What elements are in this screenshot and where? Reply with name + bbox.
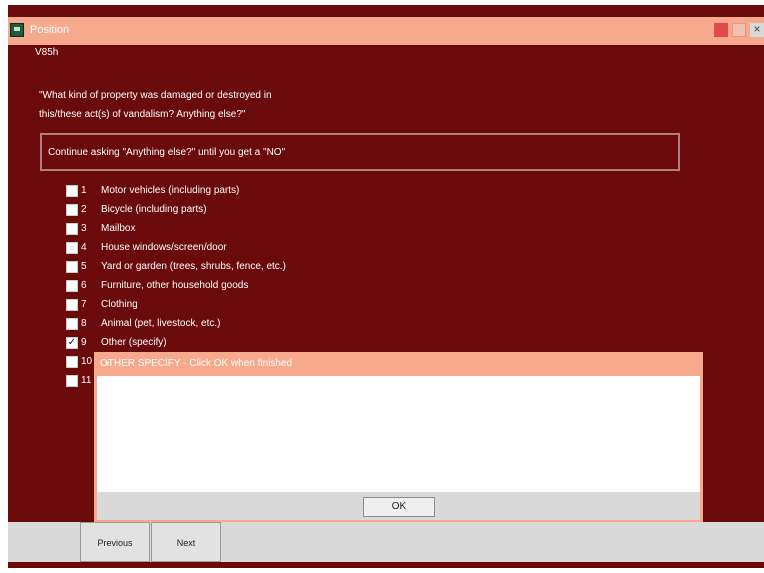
- minimize-button[interactable]: [714, 23, 728, 37]
- checkbox[interactable]: [66, 223, 78, 235]
- close-icon[interactable]: ×: [750, 23, 764, 37]
- option-label: Yard or garden (trees, shrubs, fence, et…: [101, 261, 286, 272]
- maximize-button[interactable]: [732, 23, 746, 37]
- checkbox[interactable]: [66, 375, 78, 387]
- option-label: Other (specify): [101, 337, 167, 348]
- checkbox[interactable]: [66, 299, 78, 311]
- option-number: 11: [81, 375, 92, 386]
- checkbox[interactable]: [66, 261, 78, 273]
- dialog-title-bar: OTHER SPECIFY - Click OK when finished ×: [94, 352, 703, 376]
- checkbox[interactable]: [66, 204, 78, 216]
- question-text: "What kind of property was damaged or de…: [39, 86, 419, 124]
- section-label: V85h: [35, 47, 59, 58]
- navigation-bar: Previous Next: [8, 522, 764, 562]
- question-line-1: "What kind of property was damaged or de…: [39, 90, 272, 101]
- option-number: 5: [81, 261, 87, 272]
- question-line-2: this/these act(s) of vandalism? Anything…: [39, 109, 246, 120]
- window-title: Position: [30, 24, 70, 36]
- checkbox[interactable]: [66, 318, 78, 330]
- option-label: Clothing: [101, 299, 138, 310]
- checkbox[interactable]: [66, 242, 78, 254]
- checkbox[interactable]: [66, 185, 78, 197]
- option-label: Motor vehicles (including parts): [101, 185, 240, 196]
- option-label: House windows/screen/door: [101, 242, 227, 253]
- option-number: 1: [81, 185, 87, 196]
- option-label: Animal (pet, livestock, etc.): [101, 318, 221, 329]
- app-icon: [10, 23, 24, 37]
- option-number: 2: [81, 204, 87, 215]
- checkbox[interactable]: ✓: [66, 337, 78, 349]
- option-label: Bicycle (including parts): [101, 204, 207, 215]
- option-label: Furniture, other household goods: [101, 280, 249, 291]
- option-number: 7: [81, 299, 87, 310]
- option-number: 4: [81, 242, 87, 253]
- checkbox[interactable]: [66, 356, 78, 368]
- title-bar: Position ×: [8, 17, 764, 45]
- dialog-title: OTHER SPECIFY - Click OK when finished: [100, 358, 293, 369]
- option-number: 10: [81, 356, 93, 367]
- dialog-footer: OK: [97, 492, 700, 520]
- ok-button[interactable]: OK: [363, 497, 435, 517]
- option-label: Mailbox: [101, 223, 136, 234]
- specify-text-area[interactable]: [97, 376, 700, 492]
- interviewer-instruction-box: Continue asking "Anything else?" until y…: [40, 133, 680, 171]
- option-number: 8: [81, 318, 87, 329]
- interviewer-instruction: Continue asking "Anything else?" until y…: [48, 147, 286, 158]
- option-number: 3: [81, 223, 87, 234]
- checkbox[interactable]: [66, 280, 78, 292]
- option-number: 6: [81, 280, 87, 291]
- dialog-close-icon[interactable]: ×: [100, 358, 114, 372]
- other-specify-dialog: OTHER SPECIFY - Click OK when finished ×…: [94, 352, 703, 523]
- option-number: 9: [81, 337, 87, 348]
- previous-button[interactable]: Previous: [80, 522, 150, 562]
- next-button[interactable]: Next: [151, 522, 221, 562]
